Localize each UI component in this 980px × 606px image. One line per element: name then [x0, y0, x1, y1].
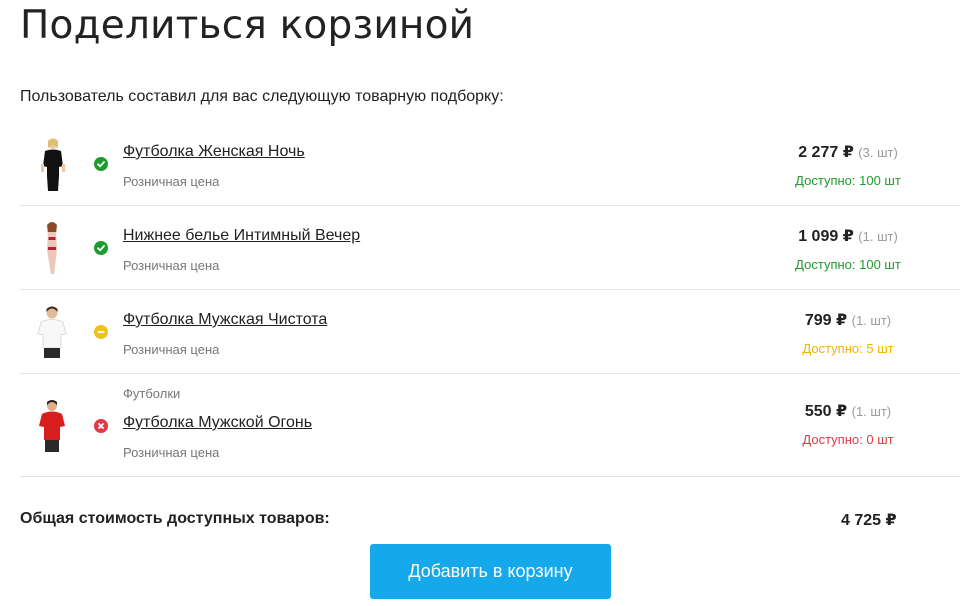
price-type-label: Розничная цена	[123, 174, 220, 189]
intro-text: Пользователь составил для вас следующую …	[20, 88, 504, 105]
availability-text: Доступно: 100 шт	[795, 173, 901, 188]
price-block: 1 099 ₽ (1. шт) Доступно: 100 шт	[778, 226, 918, 272]
status-check-icon	[94, 241, 108, 255]
price-type-label: Розничная цена	[123, 258, 220, 273]
item-quantity: (3. шт)	[858, 145, 898, 160]
price-type-label: Розничная цена	[123, 342, 220, 357]
product-thumbnail[interactable]	[34, 304, 70, 360]
product-thumbnail[interactable]	[34, 398, 70, 454]
price-block: 550 ₽ (1. шт) Доступно: 0 шт	[778, 401, 918, 447]
availability-text: Доступно: 100 шт	[795, 257, 901, 272]
product-link[interactable]: Футболка Мужской Огонь	[123, 414, 312, 432]
list-item: Футболка Мужская Чистота Розничная цена …	[20, 290, 960, 374]
item-quantity: (1. шт)	[851, 404, 892, 419]
item-price: 2 277 ₽	[798, 144, 854, 161]
availability-text: Доступно: 0 шт	[802, 432, 894, 447]
product-link[interactable]: Футболка Женская Ночь	[123, 143, 305, 161]
page-title: Поделиться корзиной	[20, 3, 475, 48]
man-red-tshirt-image	[39, 400, 65, 452]
price-type-label: Розничная цена	[123, 445, 220, 460]
add-to-cart-button[interactable]: Добавить в корзину	[370, 544, 611, 599]
product-list: Футболка Женская Ночь Розничная цена 2 2…	[20, 122, 960, 477]
item-quantity: (1. шт)	[858, 229, 898, 244]
status-cross-icon	[94, 419, 108, 433]
woman-lingerie-image	[47, 222, 57, 274]
item-price: 550 ₽	[804, 403, 848, 420]
product-thumbnail[interactable]	[34, 220, 70, 276]
status-check-icon	[94, 157, 108, 171]
product-link[interactable]: Футболка Мужская Чистота	[123, 311, 327, 329]
total-label: Общая стоимость доступных товаров:	[20, 510, 330, 527]
status-minus-icon	[94, 325, 108, 339]
list-item: Футболки Футболка Мужской Огонь Рознична…	[20, 374, 960, 477]
item-price: 799 ₽	[804, 312, 848, 329]
product-thumbnail[interactable]	[34, 136, 70, 192]
list-item: Футболка Женская Ночь Розничная цена 2 2…	[20, 122, 960, 206]
product-link[interactable]: Нижнее белье Интимный Вечер	[123, 227, 360, 245]
man-white-tshirt-image	[37, 306, 67, 358]
product-category: Футболки	[123, 386, 181, 401]
availability-text: Доступно: 5 шт	[802, 341, 894, 356]
price-block: 2 277 ₽ (3. шт) Доступно: 100 шт	[778, 142, 918, 188]
item-quantity: (1. шт)	[851, 313, 892, 328]
total-value: 4 725 ₽	[841, 512, 897, 529]
price-block: 799 ₽ (1. шт) Доступно: 5 шт	[778, 310, 918, 356]
item-price: 1 099 ₽	[798, 228, 854, 245]
woman-black-tshirt-image	[41, 138, 65, 191]
list-item: Нижнее белье Интимный Вечер Розничная це…	[20, 206, 960, 290]
